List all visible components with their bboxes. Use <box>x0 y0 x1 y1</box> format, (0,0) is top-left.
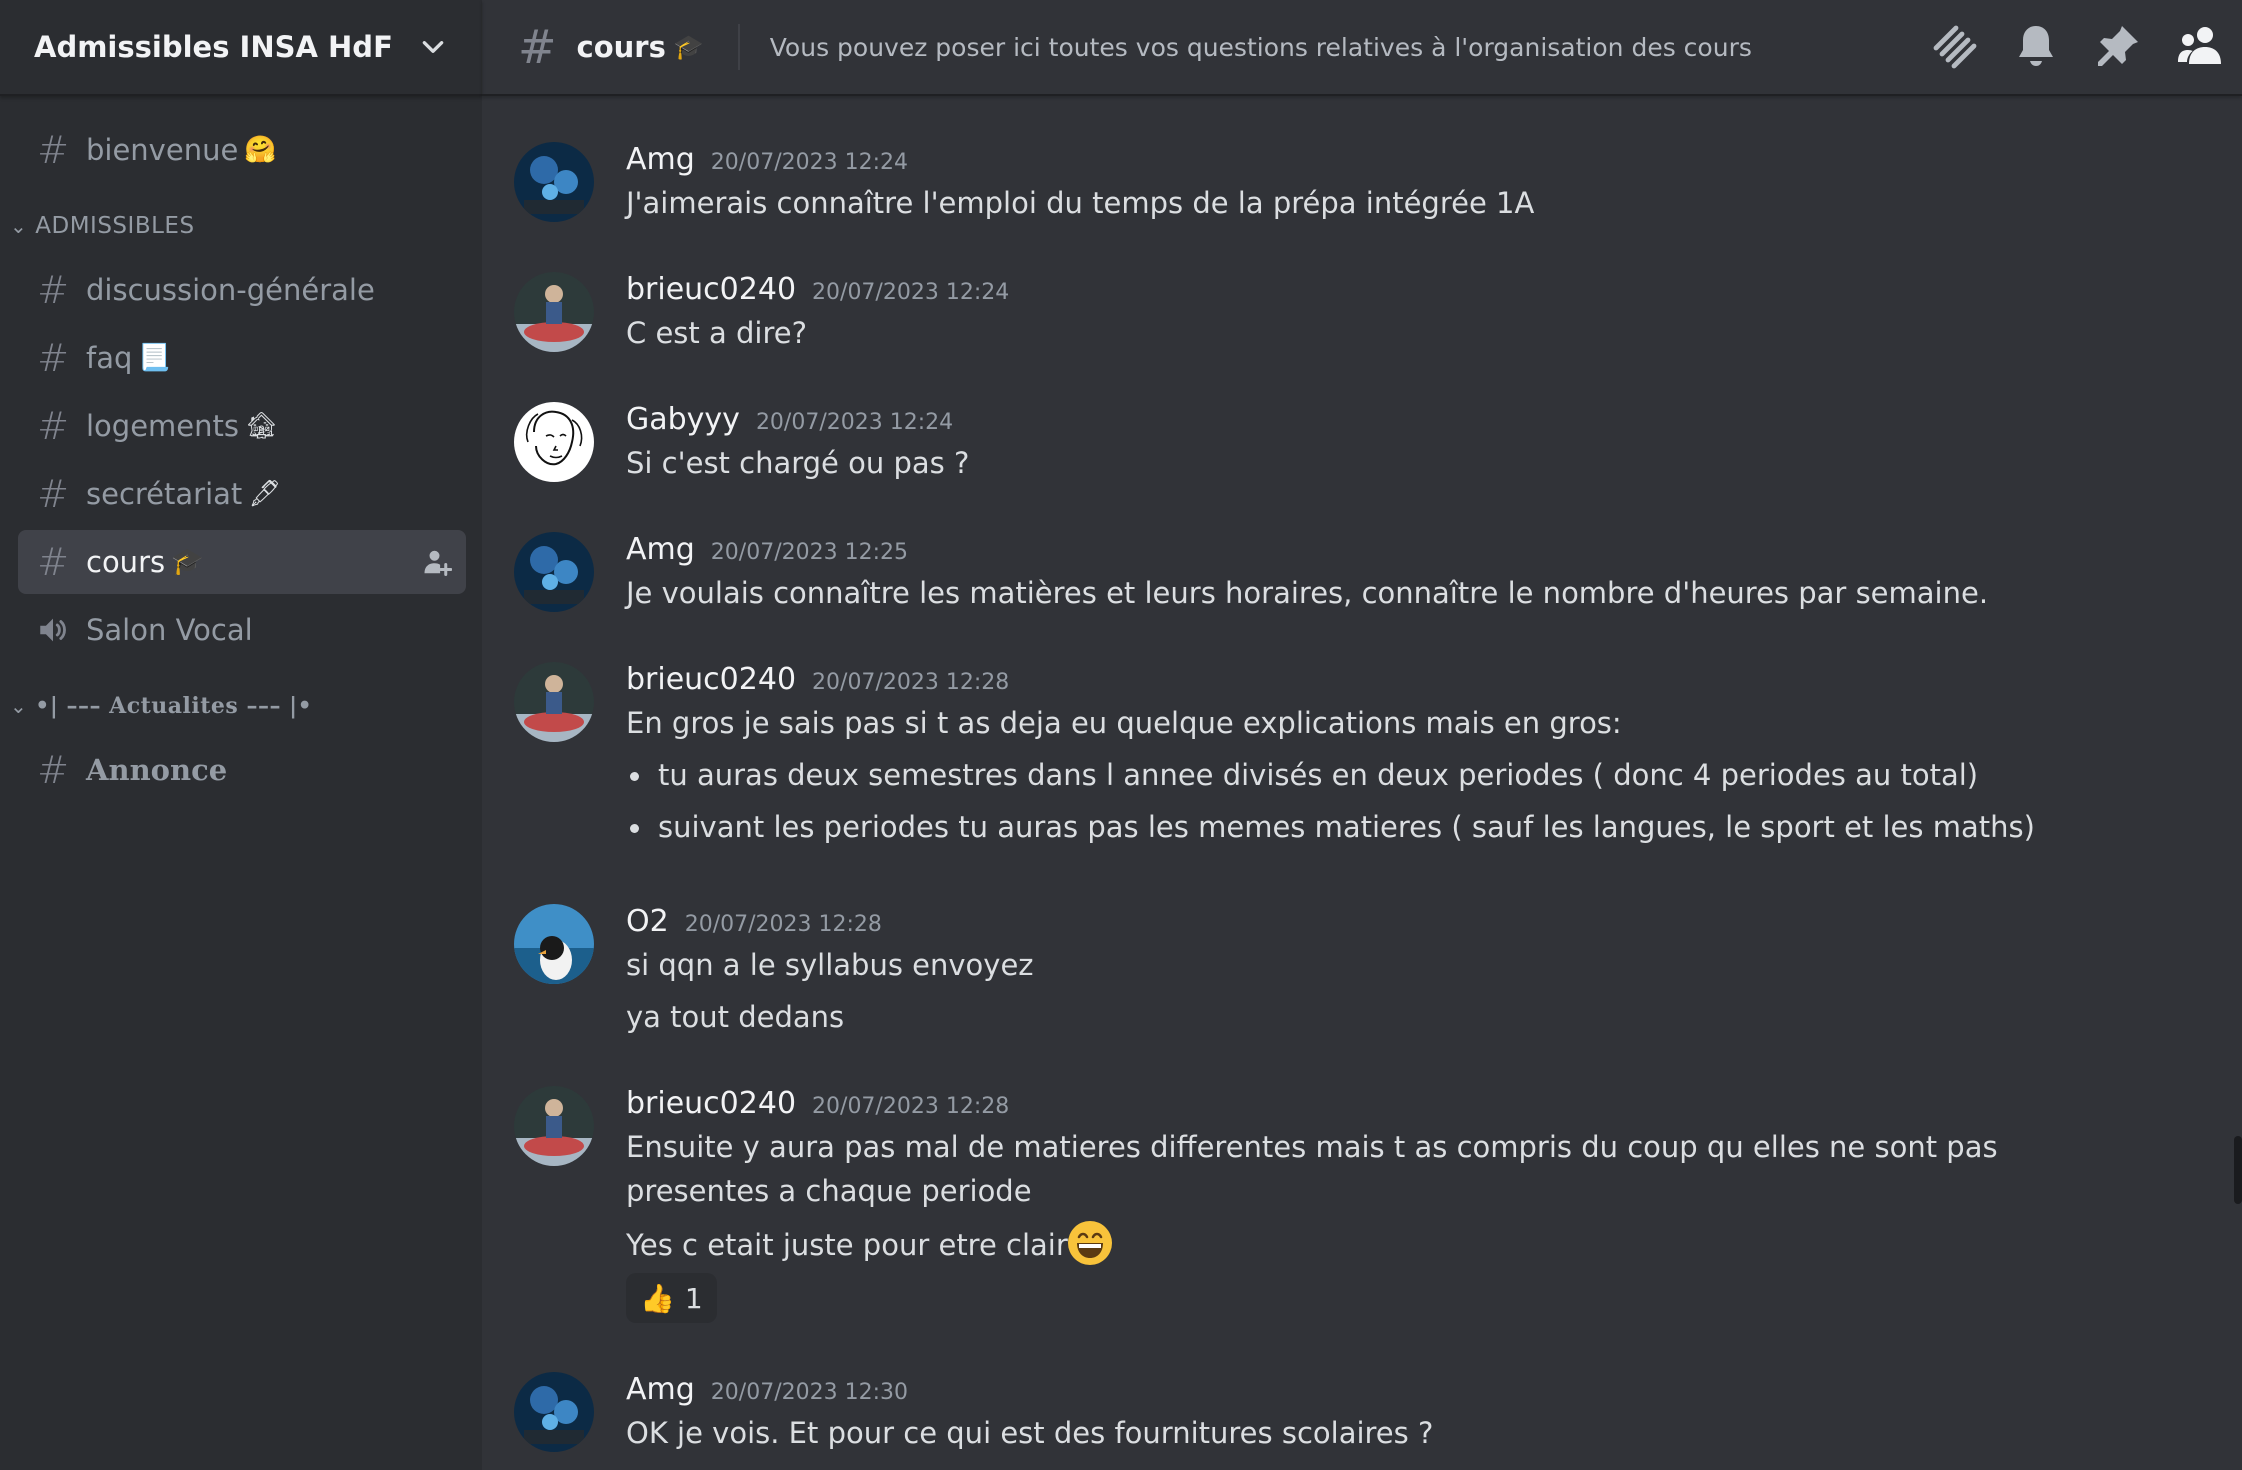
bullet-item: tu auras deux semestres dans l annee div… <box>626 753 2092 797</box>
channel-name: secrétariat <box>86 477 243 511</box>
channel-emoji: 📃 <box>138 343 171 373</box>
thumbs-up-icon: 👍 <box>640 1281 675 1315</box>
message-timestamp: 20/07/2023 12:25 <box>710 540 908 565</box>
hash-icon: # <box>37 748 69 792</box>
channel-cours[interactable]: # cours 🎓 <box>18 530 466 594</box>
pin-icon[interactable] <box>2094 22 2142 70</box>
message-author[interactable]: brieuc0240 <box>626 272 796 307</box>
channel-faq[interactable]: # faq 📃 <box>18 326 466 390</box>
speaker-icon <box>40 618 66 642</box>
message-author[interactable]: brieuc0240 <box>626 1086 796 1121</box>
message-author[interactable]: Amg <box>626 532 695 567</box>
message-text: Yes c etait juste pour etre clair <box>626 1221 2092 1267</box>
message-text: OK je vois. Et pour ce qui est des fourn… <box>626 1416 1434 1450</box>
message-timestamp: 20/07/2023 12:28 <box>812 670 1010 695</box>
message-text: ya tout dedans <box>626 1000 845 1034</box>
server-header[interactable]: Admissibles INSA HdF <box>0 0 482 96</box>
category-label: •| ––– Actualites ––– |• <box>35 693 313 719</box>
hash-icon: # <box>37 268 69 312</box>
message-author[interactable]: brieuc0240 <box>626 662 796 697</box>
grin-emoji-icon <box>1067 1221 1112 1265</box>
channel-annonce[interactable]: # Annonce <box>18 738 466 802</box>
channel-name: Salon Vocal <box>86 613 253 647</box>
message-author[interactable]: Gabyyy <box>626 402 740 437</box>
members-icon[interactable] <box>2176 22 2224 70</box>
message-text-content: Yes c etait juste pour etre clair <box>626 1228 1068 1262</box>
channel-emoji: 🎓 <box>171 547 204 577</box>
channel-salon-vocal[interactable]: Salon Vocal <box>18 598 466 662</box>
channel-sidebar: Admissibles INSA HdF # bienvenue 🤗 ⌄ ADM… <box>0 0 482 1470</box>
message-timestamp: 20/07/2023 12:24 <box>755 410 954 435</box>
hash-icon: # <box>37 472 69 516</box>
message-timestamp: 20/07/2023 12:28 <box>812 1094 1010 1119</box>
channel-emoji: 🏚 <box>245 411 279 441</box>
reaction-count: 1 <box>684 1281 703 1315</box>
message-text: si qqn a le syllabus envoyez <box>626 948 1034 982</box>
channel-name: faq <box>86 341 133 375</box>
avatar[interactable] <box>514 402 594 482</box>
header-toolbar <box>1930 22 2224 70</box>
hash-icon: # <box>518 20 557 74</box>
channel-bienvenue[interactable]: # bienvenue 🤗 <box>18 118 466 182</box>
hash-icon: # <box>37 540 69 584</box>
message-timestamp: 20/07/2023 12:30 <box>710 1380 908 1405</box>
message-timestamp: 20/07/2023 12:28 <box>684 912 882 937</box>
avatar[interactable] <box>514 142 594 222</box>
hash-icon: # <box>37 404 69 448</box>
message-text: J'aimerais connaître l'emploi du temps d… <box>626 186 1535 220</box>
message-timestamp: 20/07/2023 12:24 <box>710 150 908 175</box>
bell-icon[interactable] <box>2012 22 2060 70</box>
category-actualites[interactable]: ⌄ •| ––– Actualites ––– |• <box>0 678 482 734</box>
scrollbar-thumb[interactable] <box>2234 1136 2242 1204</box>
channel-name: bienvenue <box>86 133 239 167</box>
channel-title: cours <box>576 30 666 64</box>
threads-icon[interactable] <box>1930 22 1978 70</box>
channel-name: Annonce <box>86 753 228 787</box>
avatar[interactable] <box>514 904 594 984</box>
avatar[interactable] <box>514 532 594 612</box>
channel-emoji: 🤗 <box>244 135 277 165</box>
message-author[interactable]: Amg <box>626 1372 695 1407</box>
channel-secretariat[interactable]: # secrétariat 🖋 <box>18 462 466 526</box>
bullet-item: suivant les periodes tu auras pas les me… <box>626 805 2092 849</box>
channel-name: discussion-générale <box>86 273 375 307</box>
chevron-down-icon[interactable] <box>420 34 446 60</box>
category-label: ADMISSIBLES <box>35 213 195 239</box>
server-name: Admissibles INSA HdF <box>34 30 393 64</box>
avatar[interactable] <box>514 662 594 742</box>
channel-emoji: 🖋 <box>248 479 282 509</box>
channel-logements[interactable]: # logements 🏚 <box>18 394 466 458</box>
hash-icon: # <box>37 336 69 380</box>
avatar[interactable] <box>514 1086 594 1166</box>
reaction-thumbs-up[interactable]: 👍 1 <box>626 1273 717 1323</box>
channel-header: # cours 🎓 Vous pouvez poser ici toutes v… <box>482 0 2242 96</box>
message-text: C est a dire? <box>626 316 807 350</box>
channel-topic[interactable]: Vous pouvez poser ici toutes vos questio… <box>770 33 1752 62</box>
channel-name: cours <box>86 545 166 579</box>
chevron-down-icon: ⌄ <box>10 694 28 718</box>
chevron-down-icon: ⌄ <box>10 214 28 238</box>
channel-name: logements <box>86 409 240 443</box>
message-text: En gros je sais pas si t as deja eu quel… <box>626 706 1622 740</box>
message-timestamp: 20/07/2023 12:24 <box>812 280 1010 305</box>
channel-discussion-generale[interactable]: # discussion-générale <box>18 258 466 322</box>
channel-list: # bienvenue 🤗 ⌄ ADMISSIBLES # discussion… <box>0 96 482 802</box>
message-text: Je voulais connaître les matières et leu… <box>626 576 1989 610</box>
message-text: Ensuite y aura pas mal de matieres diffe… <box>626 1130 1998 1208</box>
message-list: Amg 20/07/2023 12:24 J'aimerais connaîtr… <box>482 98 2242 1470</box>
message-author[interactable]: O2 <box>626 904 669 939</box>
add-member-icon[interactable] <box>422 547 452 577</box>
channel-emoji: 🎓 <box>673 33 704 61</box>
avatar[interactable] <box>514 1372 594 1452</box>
header-divider <box>737 24 740 70</box>
hash-icon: # <box>37 128 69 172</box>
avatar[interactable] <box>514 272 594 352</box>
category-admissibles[interactable]: ⌄ ADMISSIBLES <box>0 198 482 254</box>
message-text: Si c'est chargé ou pas ? <box>626 446 970 480</box>
message-author[interactable]: Amg <box>626 142 695 177</box>
